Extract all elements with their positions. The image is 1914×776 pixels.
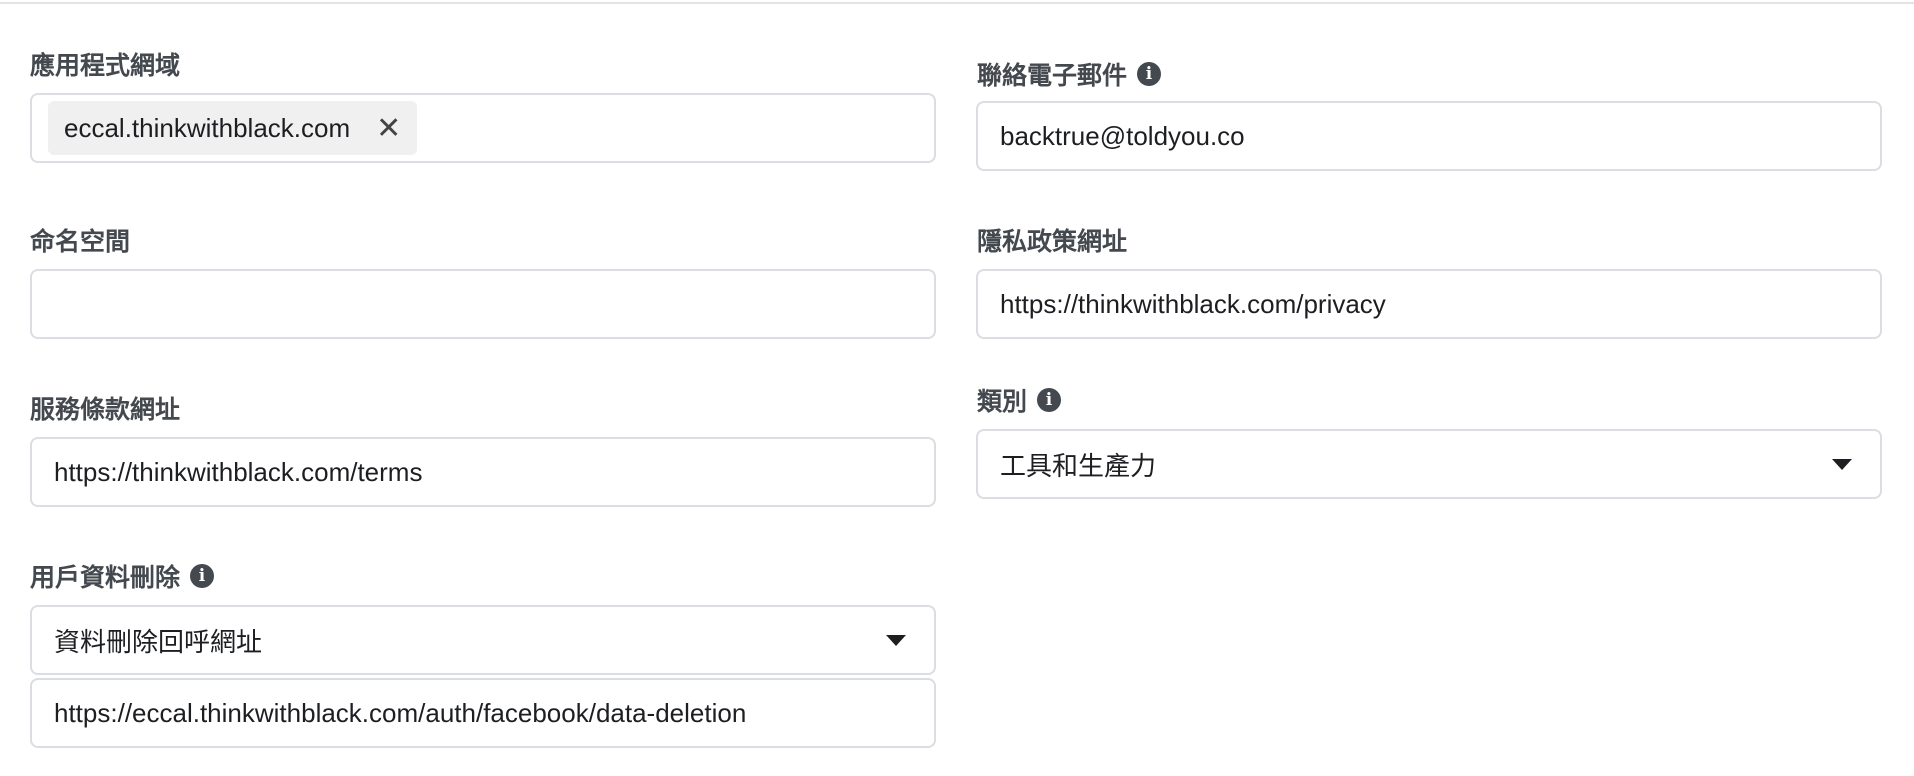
data-deletion-label: 用戶資料刪除 i bbox=[30, 558, 215, 594]
category-selected: 工具和生產力 bbox=[1000, 450, 1157, 481]
info-icon[interactable]: i bbox=[1137, 62, 1162, 86]
privacy-url-input[interactable]: https://thinkwithblack.com/privacy bbox=[976, 269, 1882, 339]
category-label: 類別 i bbox=[977, 382, 1062, 418]
domain-chip-text: eccal.thinkwithblack.com bbox=[64, 112, 351, 143]
terms-url-input[interactable]: https://thinkwithblack.com/terms bbox=[30, 437, 936, 507]
privacy-url-label: 隱私政策網址 bbox=[977, 222, 1127, 258]
privacy-url-value: https://thinkwithblack.com/privacy bbox=[1000, 288, 1386, 319]
caret-down-icon bbox=[1832, 459, 1852, 470]
category-label-text: 類別 bbox=[977, 388, 1028, 416]
contact-email-label: 聯絡電子郵件 i bbox=[977, 56, 1162, 92]
info-icon[interactable]: i bbox=[1037, 388, 1062, 412]
namespace-label: 命名空間 bbox=[30, 222, 130, 258]
terms-url-value: https://thinkwithblack.com/terms bbox=[54, 456, 423, 487]
namespace-input[interactable] bbox=[30, 269, 936, 339]
app-domains-input[interactable]: eccal.thinkwithblack.com ✕ bbox=[30, 93, 936, 163]
data-deletion-url-value: https://eccal.thinkwithblack.com/auth/fa… bbox=[54, 697, 747, 728]
category-select[interactable]: 工具和生產力 bbox=[976, 429, 1882, 499]
app-domains-label: 應用程式網域 bbox=[30, 46, 180, 82]
top-divider bbox=[0, 2, 1914, 4]
caret-down-icon bbox=[886, 635, 906, 646]
terms-url-label: 服務條款網址 bbox=[30, 390, 180, 426]
privacy-url-label-text: 隱私政策網址 bbox=[977, 228, 1128, 256]
data-deletion-label-text: 用戶資料刪除 bbox=[30, 564, 181, 592]
data-deletion-selected: 資料刪除回呼網址 bbox=[54, 626, 263, 657]
contact-email-value: backtrue@toldyou.co bbox=[1000, 120, 1245, 151]
info-icon[interactable]: i bbox=[190, 564, 215, 588]
namespace-label-text: 命名空間 bbox=[30, 228, 131, 256]
data-deletion-url-input[interactable]: https://eccal.thinkwithblack.com/auth/fa… bbox=[30, 678, 936, 748]
app-domains-label-text: 應用程式網域 bbox=[30, 52, 181, 80]
domain-chip: eccal.thinkwithblack.com ✕ bbox=[48, 101, 418, 155]
remove-chip-close-icon[interactable]: ✕ bbox=[376, 111, 401, 146]
terms-url-label-text: 服務條款網址 bbox=[30, 396, 181, 424]
data-deletion-select[interactable]: 資料刪除回呼網址 bbox=[30, 605, 936, 675]
contact-email-label-text: 聯絡電子郵件 bbox=[977, 62, 1128, 90]
contact-email-input[interactable]: backtrue@toldyou.co bbox=[976, 101, 1882, 171]
